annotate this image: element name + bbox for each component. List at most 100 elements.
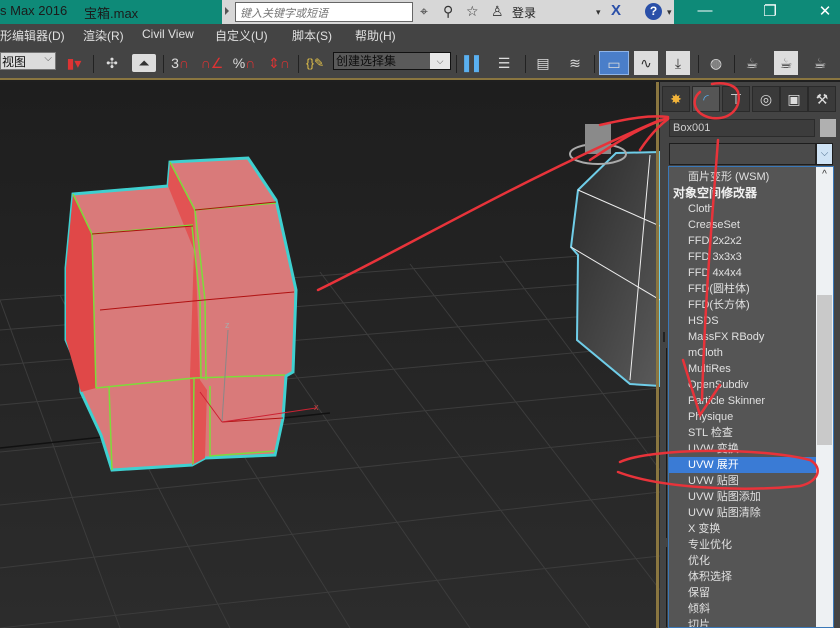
file-title: 宝箱.max	[84, 6, 139, 21]
toolbar-separator	[734, 55, 735, 73]
list-item[interactable]: FFD 3x3x3	[669, 249, 817, 265]
scroll-up-icon[interactable]: ^	[816, 169, 833, 180]
named-selection-set-combo[interactable]: 创建选择集 ⌵	[333, 52, 451, 70]
modifier-list-combo[interactable]: ⌵	[669, 143, 833, 165]
tab-modify[interactable]: ◜	[692, 86, 720, 112]
curve-editor-icon[interactable]: ∿	[634, 51, 658, 75]
list-item[interactable]: Physique	[669, 409, 817, 425]
list-item[interactable]: Particle Skinner	[669, 393, 817, 409]
manipulate-icon[interactable]: ✣	[100, 51, 124, 75]
angle-snap-icon[interactable]: ∩∠	[200, 51, 224, 75]
toolbar-separator	[163, 55, 164, 73]
align-icon[interactable]: ☰	[492, 51, 516, 75]
reference-coord-combo[interactable]: 视图 ⌵	[0, 52, 56, 70]
chevron-down-icon[interactable]: ⌵	[815, 144, 832, 164]
selection-set-value: 创建选择集	[334, 53, 430, 69]
tab-motion[interactable]: ◎	[752, 86, 780, 112]
modifier-dropdown-list[interactable]: 切片 倾斜 保留 体积选择 优化 专业优化 X 变换 UVW 贴图清除 UVW 贴图添加 UVW …	[668, 166, 834, 628]
list-item[interactable]: 面片变形 (WSM)	[669, 169, 817, 185]
chevron-down-icon: ⌵	[44, 53, 52, 64]
menu-scripting[interactable]: 脚本(S)	[292, 27, 332, 44]
snaps-toggle-icon[interactable]: 3∩	[168, 51, 192, 75]
list-item[interactable]: FFD 2x2x2	[669, 233, 817, 249]
pivot-center-icon[interactable]: ▮▾	[62, 51, 86, 75]
list-item[interactable]: FFD(圆柱体)	[669, 281, 817, 297]
list-item[interactable]: OpenSubdiv	[669, 377, 817, 393]
list-item[interactable]: STL 检查	[669, 425, 817, 441]
list-item[interactable]: 切片	[669, 617, 817, 627]
help-icon[interactable]: ?	[645, 3, 662, 20]
list-item[interactable]: UVW 贴图清除	[669, 505, 817, 521]
login-button[interactable]: 登录	[512, 4, 536, 21]
user-icon[interactable]: ♙	[491, 3, 504, 20]
toolbar-separator	[698, 55, 699, 73]
tab-utilities[interactable]: ⚒	[808, 86, 836, 112]
menu-rendering[interactable]: 渲染(R)	[83, 27, 124, 44]
menu-help[interactable]: 帮助(H)	[355, 27, 396, 44]
list-item[interactable]: 倾斜	[669, 601, 817, 617]
tab-create[interactable]: ✸	[662, 86, 690, 112]
keyboard-shortcut-override-icon[interactable]: ⏶	[132, 54, 156, 72]
schematic-view-icon[interactable]: ⤓	[666, 51, 690, 75]
material-editor-icon[interactable]: ◍	[704, 51, 728, 75]
command-panel-tabs: ✸ ◜ ⊤ ◎ ▣ ⚒	[660, 86, 840, 112]
rollout-edge	[666, 348, 667, 538]
mirror-icon[interactable]: ▌▌	[462, 51, 486, 75]
list-item[interactable]: mCloth	[669, 345, 817, 361]
close-button[interactable]: ✕	[810, 2, 840, 20]
list-item[interactable]: FFD(长方体)	[669, 297, 817, 313]
object-name-field[interactable]: Box001	[669, 119, 815, 137]
dropdown-scrollbar[interactable]: ^	[816, 167, 833, 627]
list-item[interactable]: HSDS	[669, 313, 817, 329]
list-item[interactable]: 保留	[669, 585, 817, 601]
main-toolbar: 视图 ⌵ ▮▾ ✣ ⏶ 3∩ ∩∠ %∩ ⇕∩ {}✎ 创建选择集 ⌵ ▌▌ ☰…	[0, 46, 840, 80]
edit-named-selection-icon[interactable]: {}✎	[303, 51, 327, 75]
selected-box-object[interactable]	[64, 156, 298, 472]
viewport-canvas[interactable]: z x	[0, 82, 660, 628]
list-item[interactable]: UVW 贴图	[669, 473, 817, 489]
expand-arrow-icon[interactable]	[225, 7, 229, 15]
render-production-icon[interactable]: ☕	[808, 51, 832, 75]
restore-button[interactable]: ❐	[755, 2, 785, 20]
list-item[interactable]: CreaseSet	[669, 217, 817, 233]
scrollbar-thumb[interactable]	[817, 295, 832, 445]
toggle-ribbon-icon[interactable]: ▭	[599, 51, 629, 75]
list-item[interactable]: UVW 贴图添加	[669, 489, 817, 505]
list-item[interactable]: 专业优化	[669, 537, 817, 553]
render-setup-icon[interactable]: ☕	[740, 51, 764, 75]
menu-graph-editors[interactable]: 形编辑器(D)	[0, 27, 65, 44]
satellite-icon[interactable]: ⚲	[443, 3, 453, 20]
help-dropdown-icon[interactable]: ▾	[667, 7, 672, 18]
tab-display[interactable]: ▣	[780, 86, 808, 112]
list-item[interactable]: 优化	[669, 553, 817, 569]
tab-hierarchy[interactable]: ⊤	[722, 86, 750, 112]
search-input[interactable]: 键入关键字或短语	[235, 2, 413, 22]
spinner-snap-icon[interactable]: ⇕∩	[267, 51, 291, 75]
list-item[interactable]: MassFX RBody	[669, 329, 817, 345]
panel-divider	[663, 332, 665, 342]
menu-civil-view[interactable]: Civil View	[142, 27, 194, 41]
list-item[interactable]: 体积选择	[669, 569, 817, 585]
binoculars-icon[interactable]: ⌖	[420, 3, 428, 20]
minimize-button[interactable]: —	[690, 2, 720, 19]
command-panel: ✸ ◜ ⊤ ◎ ▣ ⚒ Box001 ⌵ 切片 倾斜 保留 体积选择 优化 专业优化 X 变…	[660, 82, 840, 628]
menu-customize[interactable]: 自定义(U)	[215, 27, 268, 44]
list-item[interactable]: MultiRes	[669, 361, 817, 377]
menu-bar: 形编辑器(D) 渲染(R) Civil View 自定义(U) 脚本(S) 帮助…	[0, 24, 840, 46]
exchange-x-icon[interactable]: X	[611, 2, 621, 19]
perspective-viewport[interactable]: z x	[0, 82, 660, 628]
list-item[interactable]: FFD 4x4x4	[669, 265, 817, 281]
percent-snap-icon[interactable]: %∩	[232, 51, 256, 75]
scene-explorer-icon[interactable]: ▤	[531, 51, 555, 75]
rendered-frame-window-icon[interactable]: ☕	[774, 51, 798, 75]
snap-3d-label: 3	[171, 55, 179, 71]
list-item[interactable]: UVW 变换	[669, 441, 817, 457]
object-color-swatch[interactable]	[820, 119, 836, 137]
axis-label-z: z	[225, 320, 230, 330]
list-item[interactable]: Cloth	[669, 201, 817, 217]
list-item[interactable]: UVW 展开	[669, 457, 817, 473]
layer-explorer-icon[interactable]: ≋	[563, 51, 587, 75]
list-item[interactable]: X 变换	[669, 521, 817, 537]
dropdown-arrow-icon[interactable]: ▾	[596, 7, 601, 18]
star-icon[interactable]: ☆	[466, 3, 479, 20]
